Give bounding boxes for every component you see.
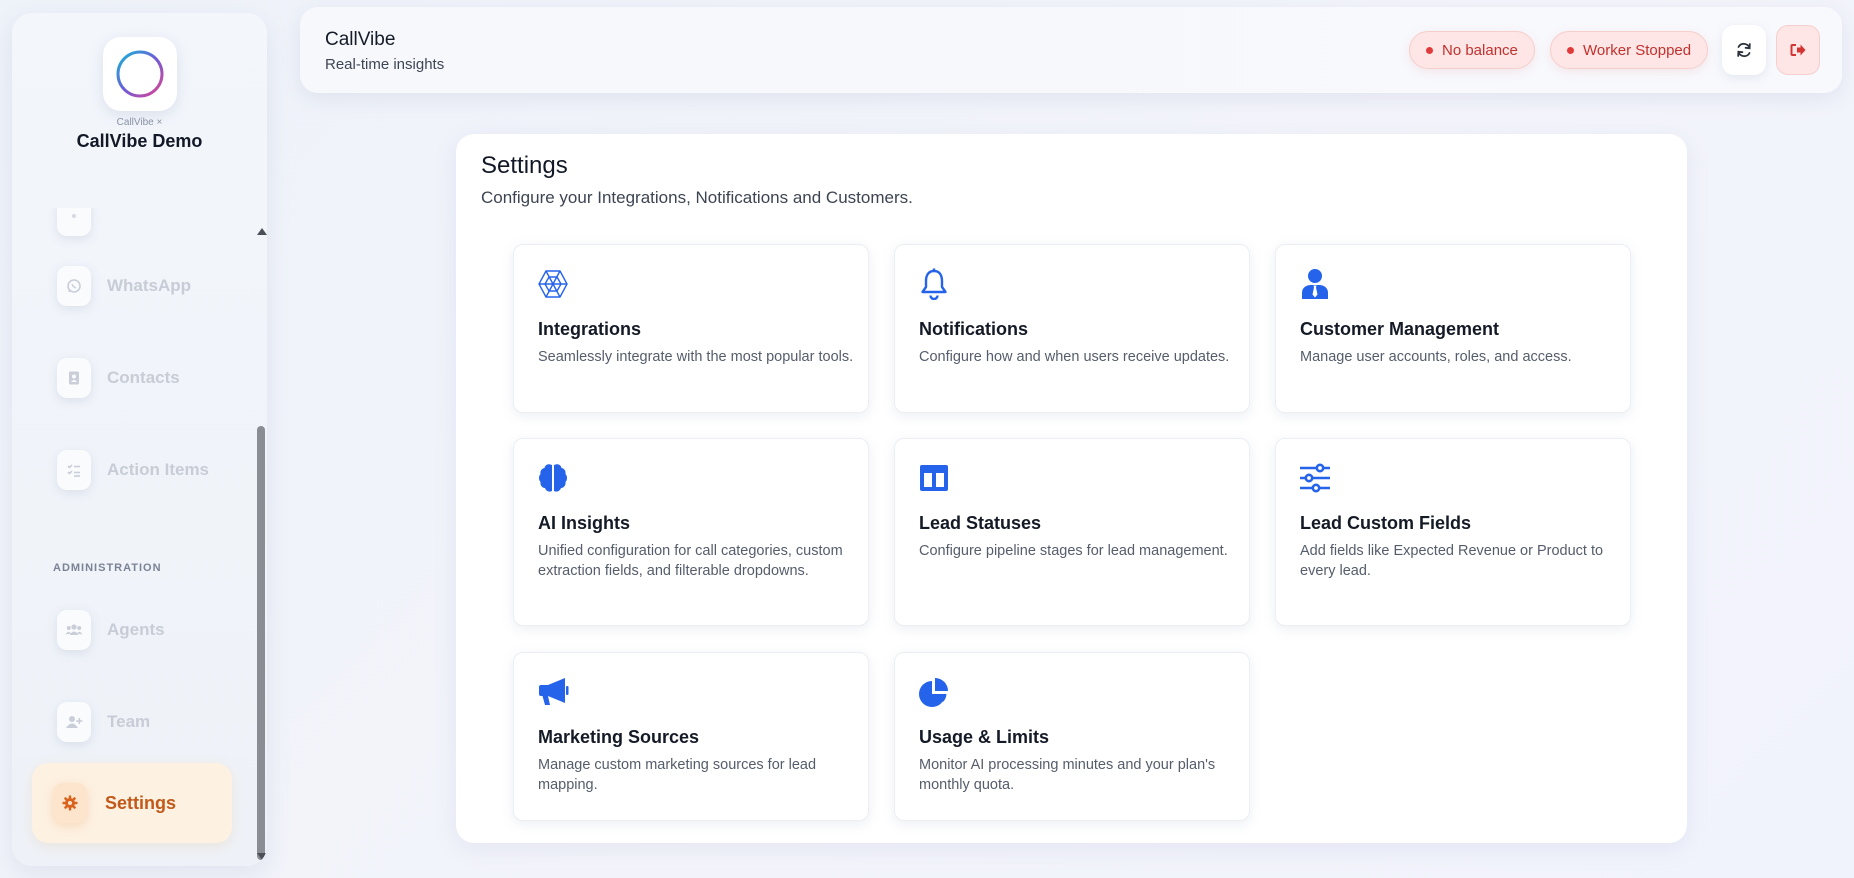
checklist-icon [57, 450, 91, 490]
refresh-button[interactable] [1722, 25, 1766, 75]
card-description: Configure pipeline stages for lead manag… [919, 543, 1228, 559]
sidebar-item-label: Settings [105, 792, 177, 813]
card-description: Manage user accounts, roles, and access. [1300, 349, 1572, 365]
card-description: Add fields like Expected Revenue or Prod… [1300, 543, 1604, 579]
nav-section-administration: ADMINISTRATION [53, 562, 162, 574]
brand-name: CallVibe Demo [76, 131, 203, 151]
settings-card-usage-limits[interactable]: Usage & Limits Monitor AI processing min… [894, 652, 1250, 821]
brain-icon [537, 462, 569, 494]
dot-icon [57, 208, 91, 236]
card-title: Marketing Sources [538, 727, 700, 747]
soundwave-logo-icon [116, 50, 164, 98]
megaphone-icon [537, 676, 569, 708]
sidebar-item-whatsapp[interactable]: WhatsApp [57, 262, 227, 310]
sidebar-item-label: Action Items [107, 460, 210, 479]
settings-card-lead-statuses[interactable]: Lead Statuses Configure pipeline stages … [894, 438, 1250, 626]
page-subtitle: Configure your Integrations, Notificatio… [481, 188, 913, 207]
settings-card-marketing-sources[interactable]: Marketing Sources Manage custom marketin… [513, 652, 869, 821]
sidebar-item-label: Contacts [107, 368, 180, 387]
sidebar-item-settings[interactable]: Settings [32, 763, 232, 843]
users-icon [57, 610, 91, 650]
refresh-icon [1737, 42, 1751, 58]
settings-card-integrations[interactable]: Integrations Seamlessly integrate with t… [513, 244, 869, 413]
card-title: Notifications [919, 319, 1029, 339]
sign-out-icon [1790, 44, 1806, 56]
top-header: CallVibe Real-time insights No balance W… [300, 7, 1842, 93]
card-description: Unified configuration for call categorie… [538, 543, 843, 579]
card-title: AI Insights [538, 513, 631, 533]
settings-panel: Settings Configure your Integrations, No… [456, 134, 1687, 843]
whatsapp-icon [57, 266, 91, 306]
card-title: Integrations [538, 319, 642, 339]
settings-card-notifications[interactable]: Notifications Configure how and when use… [894, 244, 1250, 413]
card-description: Configure how and when users receive upd… [919, 349, 1230, 365]
card-title: Lead Custom Fields [1300, 513, 1472, 533]
card-title: Customer Management [1300, 319, 1500, 339]
brand-logo[interactable] [103, 37, 177, 111]
user-plus-icon [57, 702, 91, 742]
sidebar-scrollbar[interactable] [255, 210, 267, 866]
card-description: Manage custom marketing sources for lead… [538, 757, 817, 793]
sidebar-item-action-items[interactable]: Action Items [57, 446, 227, 494]
card-title: Lead Statuses [919, 513, 1042, 533]
user-tie-icon [1299, 268, 1331, 300]
scrollbar-thumb[interactable] [257, 426, 265, 860]
sidebar-item-label: Team [107, 712, 151, 731]
worker-status-text: Worker Stopped [1583, 41, 1692, 59]
logout-button[interactable] [1776, 25, 1820, 75]
settings-card-ai-insights[interactable]: AI Insights Unified configuration for ca… [513, 438, 869, 626]
integrations-icon [537, 268, 569, 300]
scroll-down-arrow-icon[interactable] [257, 853, 267, 860]
status-dot-icon [1426, 46, 1433, 54]
app-subtitle: Real-time insights [325, 56, 445, 73]
card-description: Monitor AI processing minutes and your p… [919, 757, 1216, 793]
columns-icon [918, 462, 950, 494]
bell-icon [918, 268, 950, 300]
worker-status-badge[interactable]: Worker Stopped [1550, 31, 1709, 69]
page-title: Settings [481, 152, 568, 179]
sidebar-item-label: Agents [107, 620, 165, 639]
brand-subtitle: CallVibe × [116, 117, 163, 128]
app-title: CallVibe [325, 29, 396, 50]
brand: CallVibe × CallVibe Demo [12, 13, 267, 178]
status-dot-icon [1567, 46, 1574, 54]
card-description: Seamlessly integrate with the most popul… [538, 349, 854, 365]
card-title: Usage & Limits [919, 727, 1050, 747]
balance-status-text: No balance [1442, 41, 1518, 59]
pie-chart-icon [918, 676, 950, 708]
sidebar-item-agents[interactable]: Agents [57, 606, 227, 654]
gear-icon [53, 783, 87, 823]
balance-status-badge[interactable]: No balance [1409, 31, 1535, 69]
contacts-icon [57, 358, 91, 398]
sliders-icon [1299, 462, 1331, 494]
sidebar-item-label: WhatsApp [107, 276, 192, 295]
sidebar-item-hidden[interactable] [57, 208, 227, 240]
settings-card-customer-management[interactable]: Customer Management Manage user accounts… [1275, 244, 1631, 413]
sidebar-item-team[interactable]: Team [57, 698, 227, 746]
sidebar-item-contacts[interactable]: Contacts [57, 354, 227, 402]
settings-card-lead-custom-fields[interactable]: Lead Custom Fields Add fields like Expec… [1275, 438, 1631, 626]
sidebar: CallVibe × CallVibe Demo WhatsApp Contac… [12, 13, 267, 866]
scroll-up-arrow-icon[interactable] [257, 228, 267, 235]
